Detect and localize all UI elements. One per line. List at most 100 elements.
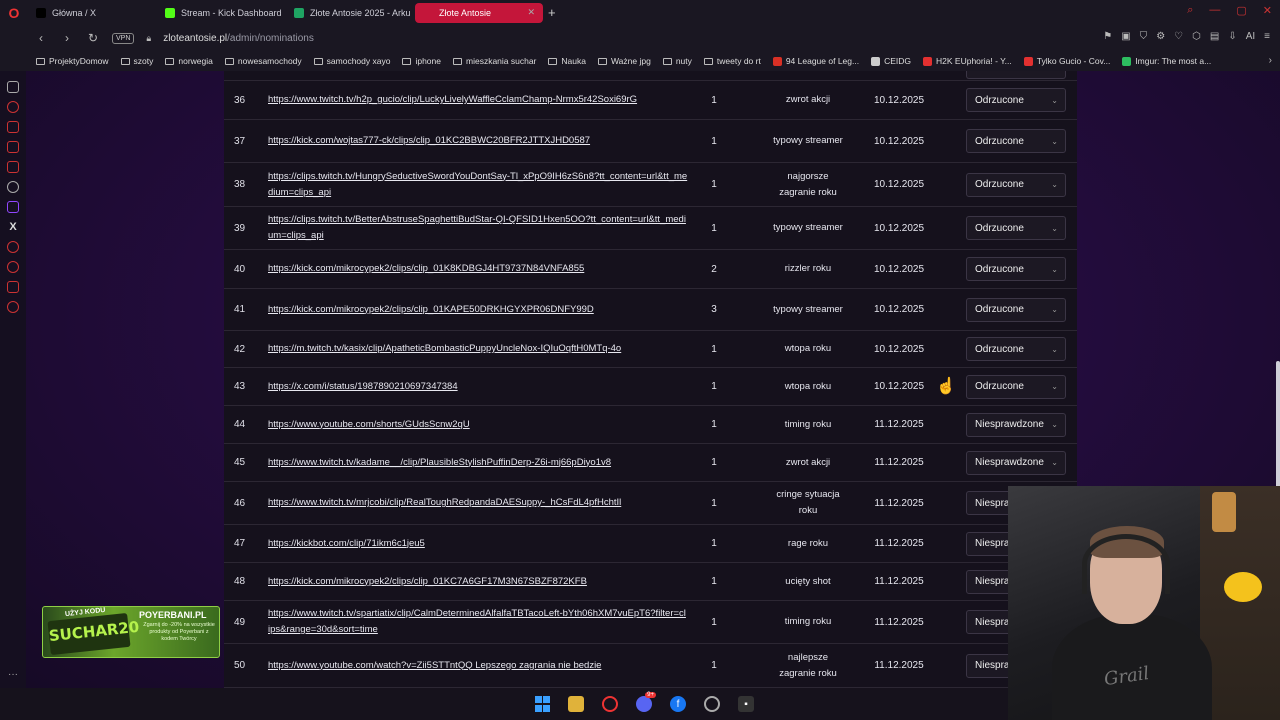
status-value: Odrzucone: [975, 381, 1024, 392]
tab-1[interactable]: Stream - Kick Dashboard: [157, 3, 285, 23]
bookmark-item[interactable]: Ważne jpg: [597, 56, 651, 66]
tab-3[interactable]: Złote Antosie ✕: [415, 2, 543, 23]
clip-link[interactable]: https://x.com/i/status/19878902106973473…: [268, 379, 688, 395]
table-row: 45 https://www.twitch.tv/kadame__/clip/Pl…: [224, 444, 1077, 482]
new-tab-button[interactable]: +: [548, 5, 556, 20]
clip-link[interactable]: https://www.youtube.com/watch?v=Zii5STTn…: [268, 658, 688, 674]
vpn-badge[interactable]: VPN: [112, 32, 135, 44]
bookmark-item[interactable]: Nauka: [548, 56, 586, 66]
table-row: 37 https://kick.com/wojtas777-ck/clips/cl…: [224, 120, 1077, 163]
url-field[interactable]: zloteantosie.pl/admin/nominations: [163, 33, 314, 44]
window-controls: ⌕ — ▢ ✕: [1187, 4, 1272, 17]
terminal-icon[interactable]: ▪: [738, 696, 754, 712]
scrollbar[interactable]: [1276, 361, 1280, 491]
date: 10.12.2025: [873, 94, 925, 106]
back-icon[interactable]: ‹: [34, 31, 48, 45]
status-select[interactable]: Odrzucone ⌄: [966, 337, 1066, 361]
status-select[interactable]: Odrzucone ⌄: [966, 374, 1066, 399]
snapshot-icon[interactable]: ▣: [1121, 31, 1130, 42]
bookmark-item[interactable]: norwegia: [165, 56, 213, 66]
status-select[interactable]: Odrzucone ⌄: [966, 216, 1066, 240]
clip-link[interactable]: https://kick.com/mikrocypek2/clips/clip_…: [268, 302, 688, 318]
opera-taskbar-icon[interactable]: [602, 696, 618, 712]
status-select[interactable]: Odrzucone ⌄: [966, 297, 1066, 322]
clip-link[interactable]: https://clips.twitch.tv/HungrySeductiveS…: [268, 169, 688, 201]
aria-icon[interactable]: [7, 101, 19, 113]
forward-icon[interactable]: ›: [60, 31, 74, 45]
instagram-icon[interactable]: [7, 141, 19, 153]
tab-2[interactable]: Złote Antosie 2025 - Arku: [286, 3, 414, 23]
download-icon[interactable]: ⇩: [1228, 31, 1236, 42]
more-icon[interactable]: ···: [8, 669, 18, 680]
status-select[interactable]: Niesprawdzone ⌄: [966, 450, 1066, 475]
clip-link[interactable]: https://kick.com/mikrocypek2/clips/clip_…: [268, 574, 688, 590]
close-icon[interactable]: ✕: [1263, 4, 1272, 17]
bookmark-item[interactable]: samochody xayo: [313, 56, 390, 66]
bookmark-item[interactable]: 94 League of Leg...: [772, 56, 859, 66]
messenger-icon[interactable]: [7, 121, 19, 133]
menu-icon[interactable]: ≡: [1264, 31, 1270, 42]
bookmark-item[interactable]: mieszkania suchar: [453, 56, 536, 66]
extensions-sidebar-icon[interactable]: [7, 281, 19, 293]
bookmark-item[interactable]: nuty: [662, 56, 692, 66]
search-icon[interactable]: ⌕: [1187, 4, 1193, 17]
reload-icon[interactable]: ↻: [86, 31, 100, 45]
bookmark-item[interactable]: iphone: [402, 56, 441, 66]
bookmark-item[interactable]: H2K EUphoria! - Y...: [923, 56, 1012, 66]
history-icon[interactable]: [7, 261, 19, 273]
twitch-icon[interactable]: [7, 201, 19, 213]
wallet-icon[interactable]: ▤: [1210, 31, 1219, 42]
clip-link[interactable]: https://www.twitch.tv/mrjcobi/clip/RealT…: [268, 495, 688, 511]
bookmark-item[interactable]: Tylko Gucio - Cov...: [1023, 56, 1110, 66]
clip-link[interactable]: https://m.twitch.tv/kasix/clip/Apathetic…: [268, 341, 688, 357]
clip-link[interactable]: https://www.twitch.tv/spartiatix/clip/Ca…: [268, 606, 688, 638]
opera-menu-icon[interactable]: O: [0, 0, 28, 25]
facebook-icon[interactable]: f: [670, 696, 686, 712]
clip-link[interactable]: https://kick.com/mikrocypek2/clips/clip_…: [268, 261, 688, 277]
openai-icon[interactable]: [7, 181, 19, 193]
status-select[interactable]: Odrzucone ⌄: [966, 172, 1066, 197]
clip-link[interactable]: https://kick.com/wojtas777-ck/clips/clip…: [268, 133, 688, 149]
status-select[interactable]: Odrzucone ⌄: [966, 257, 1066, 281]
chevron-down-icon: ⌄: [1051, 344, 1058, 354]
clip-link[interactable]: https://kickbot.com/clip/71ikm6c1jeu5: [268, 536, 688, 552]
vote-count: 2: [711, 263, 717, 275]
gmail-icon[interactable]: [7, 161, 19, 173]
file-explorer-icon[interactable]: [568, 696, 584, 712]
status-select[interactable]: Niesprawdzone ⌄: [966, 412, 1066, 437]
tab-0[interactable]: Główna / X: [28, 3, 156, 23]
x-icon[interactable]: X: [9, 221, 16, 233]
bookmark-item[interactable]: CEIDG: [871, 56, 911, 66]
clip-link[interactable]: https://clips.twitch.tv/BetterAbstruseSp…: [268, 212, 688, 244]
bookmark-item[interactable]: szoty: [120, 56, 153, 66]
bookmark-icon[interactable]: ⚑: [1103, 31, 1112, 42]
bookmark-item[interactable]: Imgur: The most a...: [1122, 56, 1211, 66]
bookmarks-more-icon[interactable]: ›: [1269, 55, 1272, 66]
settings-icon[interactable]: ⚙: [1156, 31, 1165, 42]
obs-icon[interactable]: [704, 696, 720, 712]
clip-link[interactable]: https://www.twitch.tv/kadame__/clip/Plau…: [268, 455, 688, 471]
previous-status-select[interactable]: [966, 71, 1066, 79]
hand-cursor-icon: ☝: [936, 378, 956, 395]
start-icon[interactable]: [534, 696, 550, 712]
bookmark-item[interactable]: tweety do rt: [703, 56, 761, 66]
extensions-icon[interactable]: ⬡: [1192, 31, 1201, 42]
shield-icon[interactable]: ⛉: [1140, 31, 1148, 42]
workspaces-icon[interactable]: [7, 81, 19, 93]
lock-icon[interactable]: 🔒︎: [146, 33, 151, 44]
clip-link[interactable]: https://www.twitch.tv/h2p_gucio/clip/Luc…: [268, 92, 688, 108]
bookmark-label: iphone: [415, 56, 441, 66]
settings-sidebar-icon[interactable]: [7, 301, 19, 313]
heart-icon[interactable]: ♡: [1174, 31, 1183, 42]
maximize-icon[interactable]: ▢: [1236, 4, 1246, 17]
status-select[interactable]: Odrzucone ⌄: [966, 88, 1066, 112]
discord-icon[interactable]: 9+: [636, 692, 656, 712]
status-select[interactable]: Odrzucone ⌄: [966, 129, 1066, 153]
minimize-icon[interactable]: —: [1209, 4, 1220, 17]
tab-close-icon[interactable]: ✕: [527, 7, 535, 18]
bookmark-item[interactable]: ProjektyDomow: [36, 56, 109, 66]
clip-link[interactable]: https://www.youtube.com/shorts/GUdsScnw2…: [268, 417, 688, 433]
ai-button[interactable]: AI: [1246, 31, 1255, 42]
bookmark-item[interactable]: nowesamochody: [224, 56, 302, 66]
player-icon[interactable]: [7, 241, 19, 253]
